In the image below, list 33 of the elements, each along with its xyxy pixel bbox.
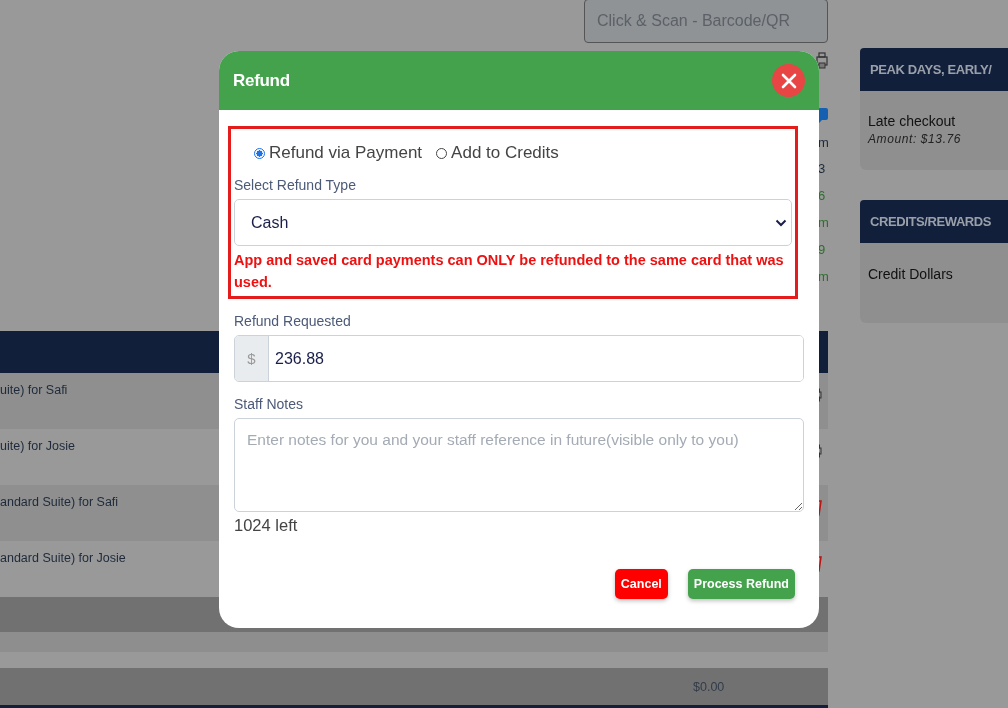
text-fragment: 9 [818,243,826,257]
text-fragment: 3 [818,162,826,176]
row-description: uite) for Josie [0,439,76,453]
warning-text: App and saved card payments can ONLY be refunded to the same card that was used. [234,251,785,292]
total-amount: $0.00 [693,679,725,694]
character-counter: 1024 left [234,516,299,535]
card-item: Credit Dollars [868,266,954,282]
text-fragment: m [818,270,829,284]
close-icon [780,72,797,89]
staff-notes-field[interactable]: Enter notes for you and your staff reference in future(visible only to you) [234,418,804,512]
card-detail: Amount: $13.76 [868,132,963,146]
chevron-down-icon [775,218,787,227]
refund-amount-field[interactable]: $ 236.88 [234,335,804,382]
cancel-button[interactable]: Cancel [614,569,668,599]
refund-type-select[interactable]: Cash [234,199,792,246]
field-label: Staff Notes [234,396,304,412]
currency-prefix: $ [235,336,269,381]
field-label: Select Refund Type [234,177,357,193]
text-fragment: m [818,216,829,230]
row-description: andard Suite) for Safi [0,495,119,509]
chat-icon [818,108,828,124]
text-fragment: 6 [818,189,826,203]
card-header: PEAK DAYS, EARLY/ [860,48,1008,91]
dialog-title: Refund [233,70,290,91]
row-description: uite) for Safi [0,383,68,397]
card-item: Late checkout [868,113,957,129]
radio-button[interactable] [254,147,265,159]
close-button[interactable] [772,64,805,97]
text-fragment: m [818,136,829,150]
row-description: andard Suite) for Josie [0,551,126,565]
card-header: CREDITS/REWARDS [860,200,1008,243]
field-label: Refund Requested [234,313,352,329]
printer-icon [816,52,828,70]
